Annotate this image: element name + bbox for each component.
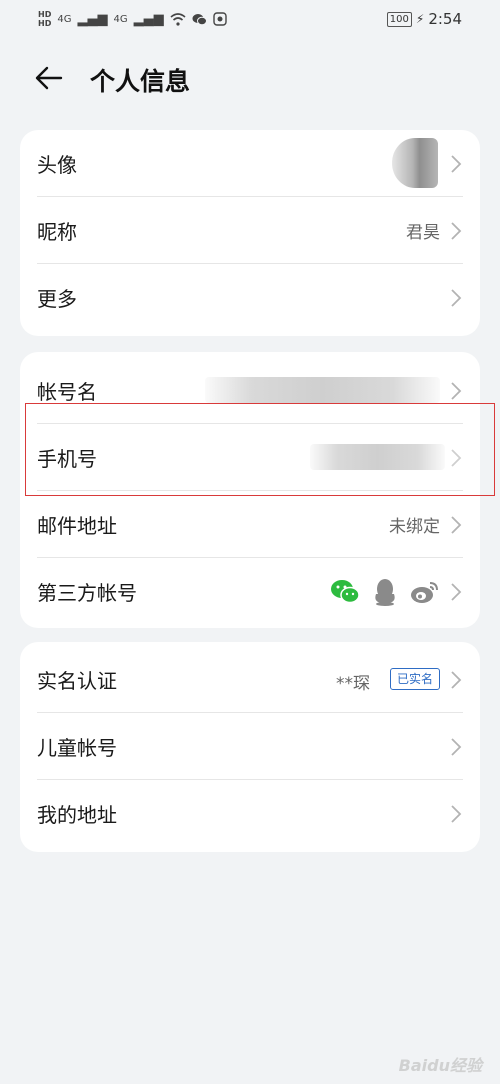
signal-icon-2: ▂▄▆ (133, 11, 164, 27)
charging-icon: ⚡ (415, 12, 425, 26)
more-label: 更多 (37, 287, 77, 311)
third-party-label: 第三方帐号 (37, 581, 137, 605)
nickname-label: 昵称 (37, 220, 77, 244)
weibo-icon (411, 582, 438, 603)
account-name-label: 帐号名 (37, 380, 97, 404)
signal-icon: ▂▄▆ (77, 11, 108, 27)
chevron-right-icon (451, 155, 462, 173)
network-4g-label: 4G (57, 13, 72, 25)
avatar-label: 头像 (37, 153, 77, 177)
highlight-box (25, 403, 495, 496)
chevron-right-icon (451, 583, 462, 601)
account-name-value-blurred (205, 377, 440, 403)
email-row[interactable]: 邮件地址 未绑定 (20, 491, 480, 558)
qq-icon (375, 579, 395, 606)
app-notification-icon (212, 12, 227, 26)
avatar[interactable] (392, 138, 438, 188)
my-address-row[interactable]: 我的地址 (20, 780, 480, 847)
nickname-row[interactable]: 昵称 君昊 (20, 197, 480, 264)
identity-card: 实名认证 **琛 已实名 儿童帐号 我的地址 (20, 642, 480, 852)
email-label: 邮件地址 (37, 514, 117, 538)
verified-badge: 已实名 (389, 668, 440, 690)
chevron-right-icon (451, 382, 462, 400)
status-bar-left: HD HD 4G ▂▄▆ 4G ▂▄▆ (38, 10, 227, 28)
clock-time: 2:54 (428, 10, 462, 28)
profile-card: 头像 昵称 君昊 更多 (20, 130, 480, 336)
battery-icon: 100 (386, 11, 412, 27)
third-party-icons (330, 578, 440, 606)
wifi-icon (170, 12, 186, 26)
back-arrow-icon[interactable] (34, 64, 64, 92)
chevron-right-icon (451, 805, 462, 823)
email-value: 未绑定 (389, 517, 440, 537)
more-row[interactable]: 更多 (20, 264, 480, 331)
page-header: 个人信息 (0, 52, 500, 104)
hd-indicator: HD HD (38, 10, 52, 28)
status-bar: HD HD 4G ▂▄▆ 4G ▂▄▆ 100 ⚡ 2:54 (0, 0, 500, 38)
nickname-value: 君昊 (406, 223, 440, 243)
realname-value: **琛 (336, 674, 370, 694)
avatar-row[interactable]: 头像 (20, 130, 480, 197)
chevron-right-icon (451, 289, 462, 307)
my-address-label: 我的地址 (37, 803, 117, 827)
realname-row[interactable]: 实名认证 **琛 已实名 (20, 646, 480, 713)
watermark: Baidu经验 (398, 1056, 482, 1075)
children-account-label: 儿童帐号 (37, 736, 117, 760)
children-account-row[interactable]: 儿童帐号 (20, 713, 480, 780)
wechat-icon (331, 580, 360, 604)
chevron-right-icon (451, 671, 462, 689)
chevron-right-icon (451, 222, 462, 240)
wechat-notification-icon (192, 13, 207, 25)
chevron-right-icon (451, 516, 462, 534)
status-bar-right: 100 ⚡ 2:54 (386, 10, 462, 28)
page-title: 个人信息 (90, 67, 191, 96)
realname-label: 实名认证 (37, 669, 117, 693)
network-4g-label-2: 4G (113, 13, 128, 25)
chevron-right-icon (451, 738, 462, 756)
third-party-row[interactable]: 第三方帐号 (20, 558, 480, 625)
